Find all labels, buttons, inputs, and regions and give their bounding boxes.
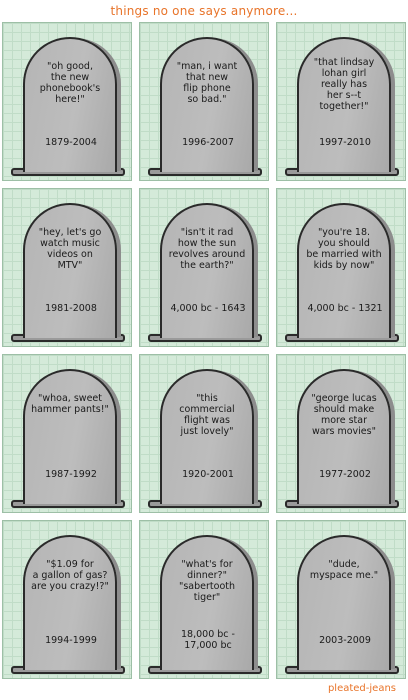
tombstone-quote: "whoa, sweet hammer pants!"	[31, 393, 109, 415]
tombstone-panel: "dude, myspace me." 2003-2009	[276, 520, 406, 679]
tombstone-dates: 1977-2002	[319, 469, 371, 480]
tombstone-panel: "$1.09 for a gallon of gas? are you craz…	[2, 520, 132, 679]
credit-signature: pleated-jeans	[327, 683, 396, 694]
tombstone-dates: 1994-1999	[45, 635, 97, 646]
tombstone-icon	[297, 535, 391, 670]
tombstone-dates: 1981-2008	[45, 303, 97, 314]
tombstone-panel: "what's for dinner?" "sabertooth tiger" …	[139, 520, 269, 679]
tombstone-dates: 4,000 bc - 1321	[307, 303, 383, 314]
tombstone-dates: 1879-2004	[45, 137, 97, 148]
tombstone-panel: "that lindsay lohan girl really has her …	[276, 22, 406, 181]
tombstone-panel: "you're 18. you should be married with k…	[276, 188, 406, 347]
tombstone-panel: "george lucas should make more star wars…	[276, 354, 406, 513]
tombstone-quote: "this commercial flight was just lovely"	[179, 393, 235, 437]
tombstone-quote: "man, i want that new flip phone so bad.…	[176, 61, 238, 105]
tombstone-quote: "george lucas should make more star wars…	[311, 393, 377, 437]
tombstone-dates: 4,000 bc - 1643	[170, 303, 246, 314]
tombstone-dates: 18,000 bc - 17,000 bc	[181, 629, 235, 651]
tombstone-quote: "you're 18. you should be married with k…	[306, 227, 382, 271]
tombstone-panel: "whoa, sweet hammer pants!" 1987-1992	[2, 354, 132, 513]
tombstone-grid: "oh good, the new phonebook's here!" 187…	[2, 22, 406, 679]
comic-title: things no one says anymore...	[110, 4, 298, 18]
tombstone-dates: 1987-1992	[45, 469, 97, 480]
tombstone-dates: 1996-2007	[182, 137, 234, 148]
tombstone-panel: "oh good, the new phonebook's here!" 187…	[2, 22, 132, 181]
tombstone-quote: "oh good, the new phonebook's here!"	[39, 61, 101, 105]
tombstone-dates: 1920-2001	[182, 469, 234, 480]
tombstone-quote: "that lindsay lohan girl really has her …	[313, 57, 375, 112]
tombstone-dates: 2003-2009	[319, 635, 371, 646]
tombstone-panel: "man, i want that new flip phone so bad.…	[139, 22, 269, 181]
tombstone-panel: "isn't it rad how the sun revolves aroun…	[139, 188, 269, 347]
tombstone-quote: "hey, let's go watch music videos on MTV…	[38, 227, 102, 271]
tombstone-panel: "hey, let's go watch music videos on MTV…	[2, 188, 132, 347]
tombstone-icon	[23, 535, 117, 670]
tombstone-quote: "dude, myspace me."	[309, 559, 379, 581]
tombstone-panel: "this commercial flight was just lovely"…	[139, 354, 269, 513]
tombstone-dates: 1997-2010	[319, 137, 371, 148]
tombstone-quote: "$1.09 for a gallon of gas? are you craz…	[31, 559, 109, 592]
tombstone-quote: "what's for dinner?" "sabertooth tiger"	[178, 559, 236, 603]
tombstone-quote: "isn't it rad how the sun revolves aroun…	[168, 227, 246, 271]
tombstone-icon	[23, 369, 117, 504]
